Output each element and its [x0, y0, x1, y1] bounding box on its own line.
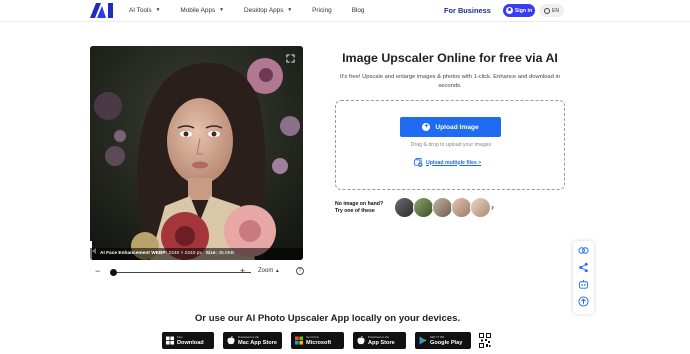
main-nav: AI Tools ▼ Mobile Apps ▼ Desktop Apps ▼ Pri… — [129, 7, 384, 14]
sample-images-label: No image on hand? Try one of these — [335, 201, 383, 215]
page-subtitle: It's free! Upscale and enlarge images & … — [340, 74, 560, 89]
caption-format: WEBP: — [151, 251, 168, 256]
nav-mobile-apps[interactable]: Mobile Apps ▼ — [180, 7, 224, 14]
badge-big-text: Mac App Store — [238, 339, 277, 346]
language-label: EN — [552, 7, 559, 14]
zoom-slider-knob[interactable] — [110, 269, 117, 276]
language-selector[interactable]: EN — [539, 4, 564, 17]
brand-logo[interactable] — [90, 3, 114, 18]
badge-big-text: Microsoft — [306, 339, 332, 346]
store-badges: Free Download Download on the Mac App Stor… — [162, 332, 480, 349]
sample-thumbnail[interactable] — [432, 197, 453, 218]
plus-icon: + — [422, 123, 431, 131]
image-caption: AI Face Enhancement WEBP: 2240 × 2240 px… — [90, 248, 303, 260]
windows-icon — [166, 336, 174, 345]
nav-ai-tools[interactable]: AI Tools ▼ — [129, 7, 160, 14]
zoom-label: Zoom — [258, 268, 274, 274]
portrait-illustration — [90, 46, 303, 260]
apple-icon — [357, 336, 365, 345]
page-title: Image Upscaler Online for free via AI — [342, 51, 558, 65]
upload-multiple-label: Upload multiple files > — [426, 159, 482, 166]
nav-blog[interactable]: Blog — [352, 7, 365, 14]
sample-thumbnail[interactable] — [394, 197, 415, 218]
samples-line-1: No image on hand? — [335, 201, 384, 207]
badge-big-text: App Store — [368, 339, 395, 346]
user-icon — [505, 7, 513, 14]
nav-label: Blog — [351, 7, 365, 14]
expand-icon[interactable] — [286, 54, 295, 63]
caret-up-icon: ▲ — [275, 269, 280, 274]
sample-images — [394, 197, 491, 218]
caption-dimensions: 2240 × 2240 px — [168, 251, 202, 256]
sample-thumbnail[interactable] — [413, 197, 434, 218]
nav-label: Mobile Apps — [180, 7, 216, 14]
nav-label: AI Tools — [129, 7, 152, 14]
nav-desktop-apps[interactable]: Desktop Apps ▼ — [244, 7, 292, 14]
mac-app-store-badge[interactable]: Download on the Mac App Store — [223, 332, 282, 349]
share-icon[interactable] — [578, 262, 589, 273]
floating-sidebar — [573, 241, 594, 314]
samples-line-2: Try one of these — [335, 208, 375, 214]
sign-in-button[interactable]: Sign in — [503, 4, 535, 17]
drag-drop-hint: Drag & drop to upload your images — [410, 142, 492, 148]
zoom-out-button[interactable]: − — [95, 266, 100, 276]
arrow-up-icon[interactable] — [578, 296, 589, 307]
sample-thumbnail[interactable] — [470, 197, 491, 218]
zoom-controls: − + Zoom ▲ ? — [92, 266, 307, 278]
caption-tool: AI Face Enhancement — [100, 251, 150, 256]
top-header: AI Tools ▼ Mobile Apps ▼ Desktop Apps ▼ Pri… — [0, 0, 690, 22]
badge-big-text: Google Play — [430, 339, 463, 346]
zoom-dropdown[interactable]: Zoom ▲ — [258, 268, 280, 274]
zoom-slider-track[interactable] — [112, 272, 251, 274]
multiple-files-icon — [414, 158, 423, 167]
preview-image[interactable]: AI Face Enhancement WEBP: 2240 × 2240 px… — [90, 46, 303, 260]
windows-icon — [295, 336, 303, 345]
globe-icon — [544, 7, 551, 14]
app-store-badge[interactable]: Download on the App Store — [353, 332, 406, 349]
badge-big-text: Download — [177, 339, 204, 346]
upload-dropzone[interactable]: + Upload Image Drag & drop to upload you… — [335, 100, 565, 190]
google-play-badge[interactable]: GET IT ON Google Play — [415, 332, 471, 349]
for-business-link[interactable]: For Business — [444, 6, 491, 15]
chevron-right-icon[interactable]: › — [491, 202, 494, 212]
bot-icon[interactable] — [578, 279, 589, 290]
nav-label: Desktop Apps — [243, 7, 284, 14]
apple-icon — [227, 336, 235, 345]
nav-pricing[interactable]: Pricing — [312, 7, 332, 14]
zoom-in-button[interactable]: + — [240, 266, 245, 276]
play-icon — [419, 336, 427, 345]
sample-thumbnail[interactable] — [451, 197, 472, 218]
caption-size-label: Size: — [205, 251, 217, 256]
upload-button-label: Upload Image — [435, 123, 479, 131]
microsoft-store-badge[interactable]: Get it from Microsoft — [291, 332, 344, 349]
caret-down-icon: ▼ — [287, 8, 293, 13]
upload-multiple-link[interactable]: Upload multiple files > — [414, 158, 481, 167]
caret-down-icon: ▼ — [155, 8, 161, 13]
caret-down-icon: ▼ — [219, 8, 224, 13]
sign-in-label: Sign in — [514, 7, 533, 14]
upload-image-button[interactable]: + Upload Image — [400, 117, 501, 137]
apps-heading: Or use our AI Photo Upscaler App locally… — [194, 313, 461, 324]
nav-label: Pricing — [312, 7, 332, 14]
caption-size: 45.0KB — [218, 251, 235, 256]
windows-download-badge[interactable]: Free Download — [162, 332, 214, 349]
qr-code-icon[interactable] — [479, 333, 491, 348]
discord-icon[interactable] — [578, 245, 589, 256]
help-icon[interactable]: ? — [296, 267, 304, 275]
